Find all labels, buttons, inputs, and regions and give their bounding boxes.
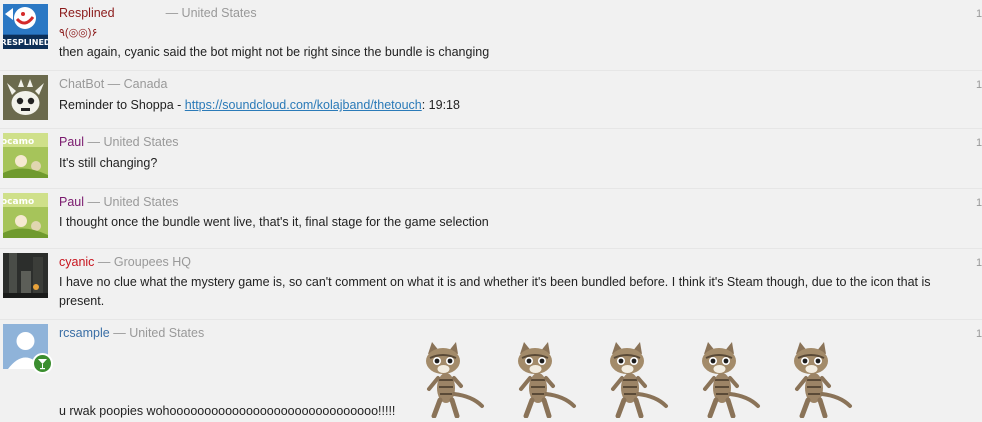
chat-message: ChatBot — Canada Reminder to Shoppa - ht… <box>0 71 982 129</box>
timestamp: 1 <box>976 8 982 20</box>
user-location: Canada <box>123 77 168 91</box>
message-text: then again, cyanic said the bot might no… <box>59 45 490 59</box>
dancing-kitten-icon <box>594 340 672 419</box>
default-user-avatar[interactable] <box>3 324 53 374</box>
green-cartoon-avatar[interactable]: ocamo <box>3 133 48 178</box>
message-text: Reminder to Shoppa - https://soundcloud.… <box>59 96 974 115</box>
message-text: I thought once the bundle went live, tha… <box>59 215 489 229</box>
robot-creature-avatar[interactable] <box>3 75 48 120</box>
dark-scene-avatar[interactable] <box>3 253 48 298</box>
separator: — <box>87 195 101 209</box>
separator: — <box>113 326 126 340</box>
message-text: It's still changing? <box>59 156 158 170</box>
separator: — <box>97 255 111 269</box>
message-text-suffix: : 19:18 <box>421 98 460 112</box>
svg-text:ocamo: ocamo <box>3 137 34 147</box>
user-location: United States <box>103 135 179 149</box>
cocktail-glass-icon <box>32 353 53 374</box>
dancing-kitten-icon <box>686 340 764 419</box>
svg-text:RESPLINED: RESPLINED <box>3 38 48 47</box>
username-link[interactable]: Paul <box>59 135 84 149</box>
username-link[interactable]: Paul <box>59 195 84 209</box>
username-link[interactable]: ChatBot <box>59 77 104 91</box>
timestamp: 1 <box>976 257 982 269</box>
username-link[interactable]: cyanic <box>59 255 94 269</box>
message-header: Paul — United States <box>59 135 179 149</box>
message-subtext: ٩(◎◎)۶ <box>59 27 98 39</box>
message-header: cyanic — Groupees HQ <box>59 255 191 269</box>
message-header: Resplined — United States <box>59 6 257 20</box>
user-location: United States <box>129 326 205 340</box>
message-text-prefix: Reminder to Shoppa - <box>59 98 185 112</box>
dancing-kitten-icon <box>502 340 580 419</box>
chat-message: RESPLINED Resplined — United States ٩(◎◎… <box>0 0 982 71</box>
timestamp: 1 <box>976 328 982 340</box>
svg-text:ocamo: ocamo <box>3 197 34 207</box>
separator: — <box>165 6 179 20</box>
message-header: rcsample — United States <box>59 326 204 340</box>
timestamp: 1 <box>976 79 982 91</box>
timestamp: 1 <box>976 137 982 149</box>
dancing-kitten-icon <box>778 340 856 419</box>
user-location: United States <box>103 195 179 209</box>
user-location: United States <box>181 6 257 20</box>
user-location: Groupees HQ <box>113 255 192 269</box>
resplined-logo-avatar[interactable]: RESPLINED <box>3 4 48 49</box>
separator: — <box>107 77 121 91</box>
dancing-kitten-icon <box>410 340 488 419</box>
chat-message: cyanic — Groupees HQ I have no clue what… <box>0 249 982 320</box>
chat-message: ocamo Paul — United States I thought onc… <box>0 189 982 249</box>
timestamp: 1 <box>976 197 982 209</box>
message-text: I have no clue what the mystery game is,… <box>59 275 931 308</box>
green-cartoon-avatar[interactable]: ocamo <box>3 193 48 238</box>
chat-message: ocamo Paul — United States It's still ch… <box>0 129 982 189</box>
separator: — <box>87 135 101 149</box>
message-header: Paul — United States <box>59 195 179 209</box>
username-link[interactable]: rcsample <box>59 326 110 340</box>
soundcloud-link[interactable]: https://soundcloud.com/kolajband/thetouc… <box>185 98 422 112</box>
username-link[interactable]: Resplined <box>59 6 115 20</box>
message-header: ChatBot — Canada <box>59 77 167 91</box>
